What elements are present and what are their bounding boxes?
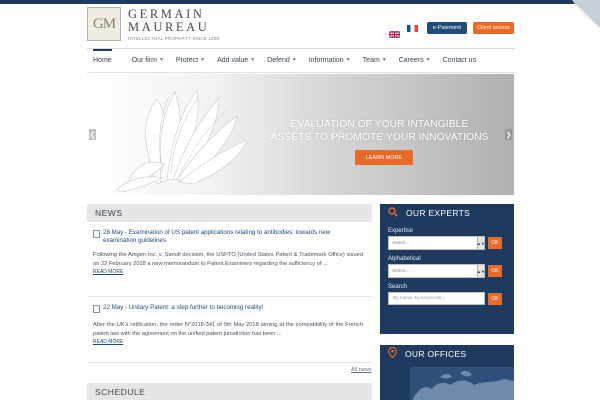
nav-item-our-firm[interactable]: Our firm ▼ xyxy=(126,49,170,71)
nav-item-home[interactable]: Home xyxy=(87,49,118,71)
news-title-text: 22 May - Unitary Patent: a step further … xyxy=(103,304,264,311)
search-row: By name, by keywords... OK xyxy=(388,292,514,305)
select-arrows-icon: ▲▼ xyxy=(477,237,485,249)
search-icon xyxy=(388,206,398,220)
nav-item-contact-us[interactable]: Contact us xyxy=(437,49,482,71)
logo-name-line1: GERMAIN xyxy=(128,6,205,21)
chevron-down-icon: ▼ xyxy=(200,57,206,63)
news-title-link[interactable]: 22 May - Unitary Patent: a step further … xyxy=(93,304,363,313)
news-excerpt: Following the Amgen Inc. v. Sanofi decis… xyxy=(93,252,363,267)
page-corner-fold-icon[interactable] xyxy=(560,0,600,40)
nav-label: Careers xyxy=(398,56,424,64)
nav-item-protect[interactable]: Protect ▼ xyxy=(170,49,211,71)
main-nav: Home Our firm ▼ Protect ▼ Add value ▼ Defen… xyxy=(87,49,515,71)
nav-item-add-value[interactable]: Add value ▼ xyxy=(211,49,261,71)
alphabetical-ok-button[interactable]: OK xyxy=(488,265,502,277)
nav-label: Protect xyxy=(175,56,199,64)
banner-prev-arrow-icon[interactable]: ❮ xyxy=(89,129,96,140)
offices-title-text: OUR OFFICES xyxy=(405,349,467,359)
alphabetical-label: Alphabetical xyxy=(388,256,421,262)
chevron-down-icon: ▼ xyxy=(425,57,431,63)
epayment-button[interactable]: e-Paiement xyxy=(427,22,467,34)
nav-item-information[interactable]: Information ▼ xyxy=(303,49,357,71)
expertise-select[interactable]: Select... ▲▼ xyxy=(388,236,485,250)
search-label: Search xyxy=(388,284,408,290)
nav-label: Our firm xyxy=(131,56,157,64)
nav-label: Add value xyxy=(217,56,249,64)
banner-headline-line1: EVALUATION OF YOUR INTANGIBLE xyxy=(290,119,469,130)
top-accent-bar xyxy=(0,0,600,4)
uk-flag-icon[interactable] xyxy=(388,25,401,39)
nav-label: Contact us xyxy=(442,56,477,64)
chevron-down-icon: ▼ xyxy=(381,57,387,63)
nav-label: Home xyxy=(93,56,112,64)
banner-headline: EVALUATION OF YOUR INTANGIBLE ASSETS TO … xyxy=(247,118,512,144)
nav-item-careers[interactable]: Careers ▼ xyxy=(393,49,437,71)
document-icon xyxy=(93,230,100,238)
expertise-ok-button[interactable]: OK xyxy=(488,237,502,249)
chevron-down-icon: ▼ xyxy=(250,57,256,63)
expertise-row: Select... ▲▼ OK xyxy=(388,236,514,250)
alphabetical-select[interactable]: Select... ▲▼ xyxy=(388,264,485,278)
experts-title: OUR EXPERTS xyxy=(380,204,514,222)
all-news-link[interactable]: All news xyxy=(351,367,371,373)
banner-headline-line2: ASSETS TO PROMOTE YOUR INNOVATIONS xyxy=(270,132,489,143)
expertise-label: Expertise xyxy=(388,228,414,234)
news-item: 28 May - Examination of US patent applic… xyxy=(93,229,363,275)
expertise-select-value: Select... xyxy=(392,240,410,246)
chevron-down-icon: ▼ xyxy=(291,57,297,63)
map-pin-icon xyxy=(388,346,397,361)
news-excerpt: After the UK's ratification, the order N… xyxy=(93,322,363,337)
select-arrows-icon: ▲▼ xyxy=(477,265,485,277)
client-access-button[interactable]: Client access xyxy=(473,22,514,34)
read-more-link[interactable]: READ MORE xyxy=(93,269,363,275)
our-offices-panel: OUR OFFICES xyxy=(380,345,514,400)
logo-text: GERMAIN MAUREAU INTELLECTUAL PROPERTY SI… xyxy=(128,6,220,41)
expert-search-input[interactable]: By name, by keywords... xyxy=(388,292,485,305)
schedule-heading: SCHEDULE xyxy=(87,383,372,400)
fr-flag-icon[interactable] xyxy=(407,25,418,32)
experts-title-text: OUR EXPERTS xyxy=(406,208,471,218)
chevron-down-icon: ▼ xyxy=(158,57,164,63)
language-switcher xyxy=(388,25,418,39)
learn-more-button[interactable]: LEARN MORE xyxy=(355,150,413,165)
logo-tagline: INTELLECTUAL PROPERTY SINCE 1898 xyxy=(128,35,220,41)
nav-bottom-divider xyxy=(87,72,515,73)
alphabetical-select-value: Select... xyxy=(392,268,410,274)
our-experts-panel: OUR EXPERTS Expertise Select... ▲▼ OK Al… xyxy=(380,204,514,334)
alphabetical-row: Select... ▲▼ OK xyxy=(388,264,514,278)
nav-label: Defend xyxy=(267,56,290,64)
nav-label: Team xyxy=(362,56,380,64)
site-header: GM GERMAIN MAUREAU INTELLECTUAL PROPERTY… xyxy=(87,7,515,47)
logo-monogram: GM xyxy=(87,7,121,41)
offices-title: OUR OFFICES xyxy=(380,345,514,363)
read-more-link[interactable]: READ MORE xyxy=(93,339,363,345)
europe-map-image[interactable] xyxy=(410,367,514,400)
search-ok-button[interactable]: OK xyxy=(488,292,502,305)
news-divider xyxy=(87,296,372,297)
nav-item-defend[interactable]: Defend ▼ xyxy=(261,49,303,71)
chevron-down-icon: ▼ xyxy=(345,57,351,63)
hero-banner: ❮ ❯ EVALUATION OF YOUR INTANGIBLE ASSETS… xyxy=(87,74,514,195)
news-title-link[interactable]: 28 May - Examination of US patent applic… xyxy=(93,229,363,245)
nav-label: Information xyxy=(308,56,344,64)
site-logo[interactable]: GM GERMAIN MAUREAU INTELLECTUAL PROPERTY… xyxy=(87,7,219,41)
news-title-text: 28 May - Examination of US patent applic… xyxy=(103,229,331,244)
document-icon xyxy=(93,305,100,313)
news-heading: NEWS xyxy=(87,204,372,222)
news-item: 22 May - Unitary Patent: a step further … xyxy=(93,304,363,345)
nav-item-team[interactable]: Team ▼ xyxy=(357,49,393,71)
logo-name-line2: MAUREAU xyxy=(128,19,210,34)
news-divider xyxy=(87,362,372,363)
